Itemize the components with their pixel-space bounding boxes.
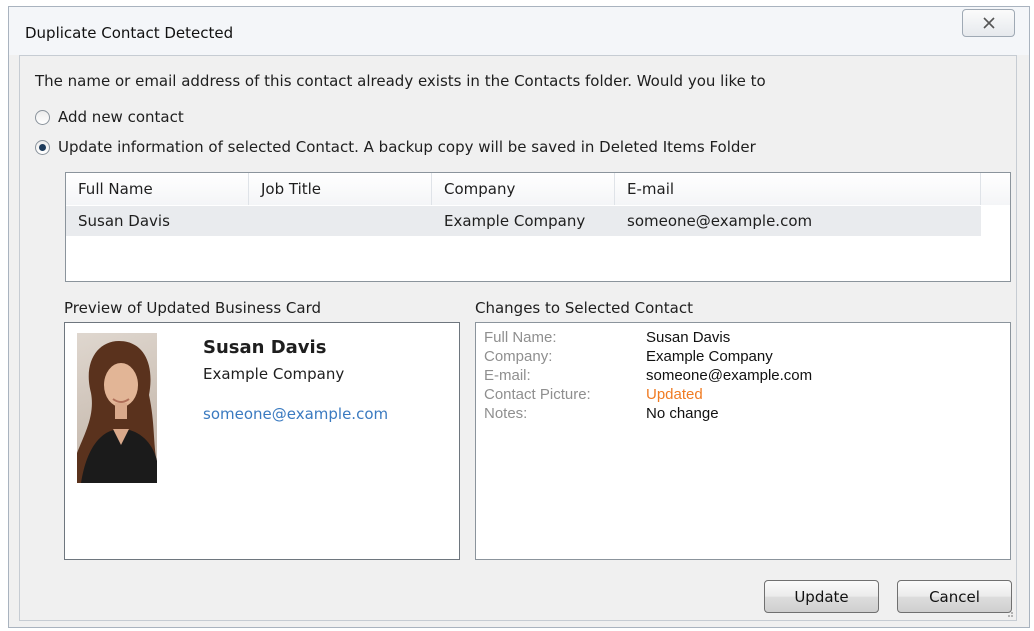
card-email-link[interactable]: someone@example.com bbox=[203, 405, 388, 423]
cancel-button[interactable]: Cancel bbox=[897, 580, 1012, 613]
card-contact-name: Susan Davis bbox=[203, 337, 327, 358]
change-field-value: Example Company bbox=[646, 348, 773, 365]
close-icon bbox=[982, 17, 995, 29]
cell-job-title bbox=[249, 206, 261, 236]
preview-label: Preview of Updated Business Card bbox=[64, 299, 321, 317]
table-row[interactable]: Susan Davis Example Company someone@exam… bbox=[66, 206, 981, 236]
dialog-content: The name or email address of this contac… bbox=[19, 55, 1017, 621]
title-bar[interactable]: Duplicate Contact Detected bbox=[9, 7, 1029, 55]
resize-grip-icon[interactable] bbox=[1004, 608, 1014, 618]
changes-list: Full Name: Susan Davis Company: Example … bbox=[475, 322, 1011, 560]
update-contact-option[interactable]: Update information of selected Contact. … bbox=[35, 138, 756, 156]
add-new-contact-label: Add new contact bbox=[58, 108, 184, 126]
contacts-table[interactable]: Full Name Job Title Company E-mail Susan… bbox=[65, 172, 1011, 282]
column-header-full-name[interactable]: Full Name bbox=[66, 173, 249, 205]
change-field-value: Susan Davis bbox=[646, 329, 731, 346]
update-contact-radio[interactable] bbox=[35, 139, 50, 155]
contact-photo bbox=[77, 333, 157, 483]
cell-full-name: Susan Davis bbox=[78, 212, 170, 230]
contact-photo-image bbox=[77, 341, 157, 483]
add-new-contact-radio[interactable] bbox=[35, 109, 50, 125]
change-field-label: Full Name: bbox=[484, 329, 557, 346]
dialog-title: Duplicate Contact Detected bbox=[25, 24, 234, 42]
change-field-label: Contact Picture: bbox=[484, 386, 591, 403]
cell-email: someone@example.com bbox=[627, 212, 813, 230]
business-card-preview: Susan Davis Example Company someone@exam… bbox=[64, 322, 460, 560]
update-contact-label: Update information of selected Contact. … bbox=[58, 138, 756, 156]
add-new-contact-option[interactable]: Add new contact bbox=[35, 108, 184, 126]
cell-company: Example Company bbox=[444, 212, 586, 230]
column-header-filler bbox=[981, 173, 1010, 205]
changes-label: Changes to Selected Contact bbox=[475, 299, 693, 317]
column-header-email[interactable]: E-mail bbox=[615, 173, 981, 205]
column-header-job-title[interactable]: Job Title bbox=[249, 173, 432, 205]
change-field-label: Company: bbox=[484, 348, 553, 365]
update-button[interactable]: Update bbox=[764, 580, 879, 613]
close-button[interactable] bbox=[962, 9, 1015, 37]
card-company: Example Company bbox=[203, 365, 345, 383]
change-field-label: E-mail: bbox=[484, 367, 531, 384]
change-field-label: Notes: bbox=[484, 405, 528, 422]
change-field-value-updated: Updated bbox=[646, 386, 703, 403]
prompt-text: The name or email address of this contac… bbox=[35, 72, 766, 90]
duplicate-contact-dialog: Duplicate Contact Detected The name or e… bbox=[8, 6, 1030, 628]
change-field-value: someone@example.com bbox=[646, 367, 813, 384]
column-header-company[interactable]: Company bbox=[432, 173, 615, 205]
change-field-value: No change bbox=[646, 405, 719, 422]
